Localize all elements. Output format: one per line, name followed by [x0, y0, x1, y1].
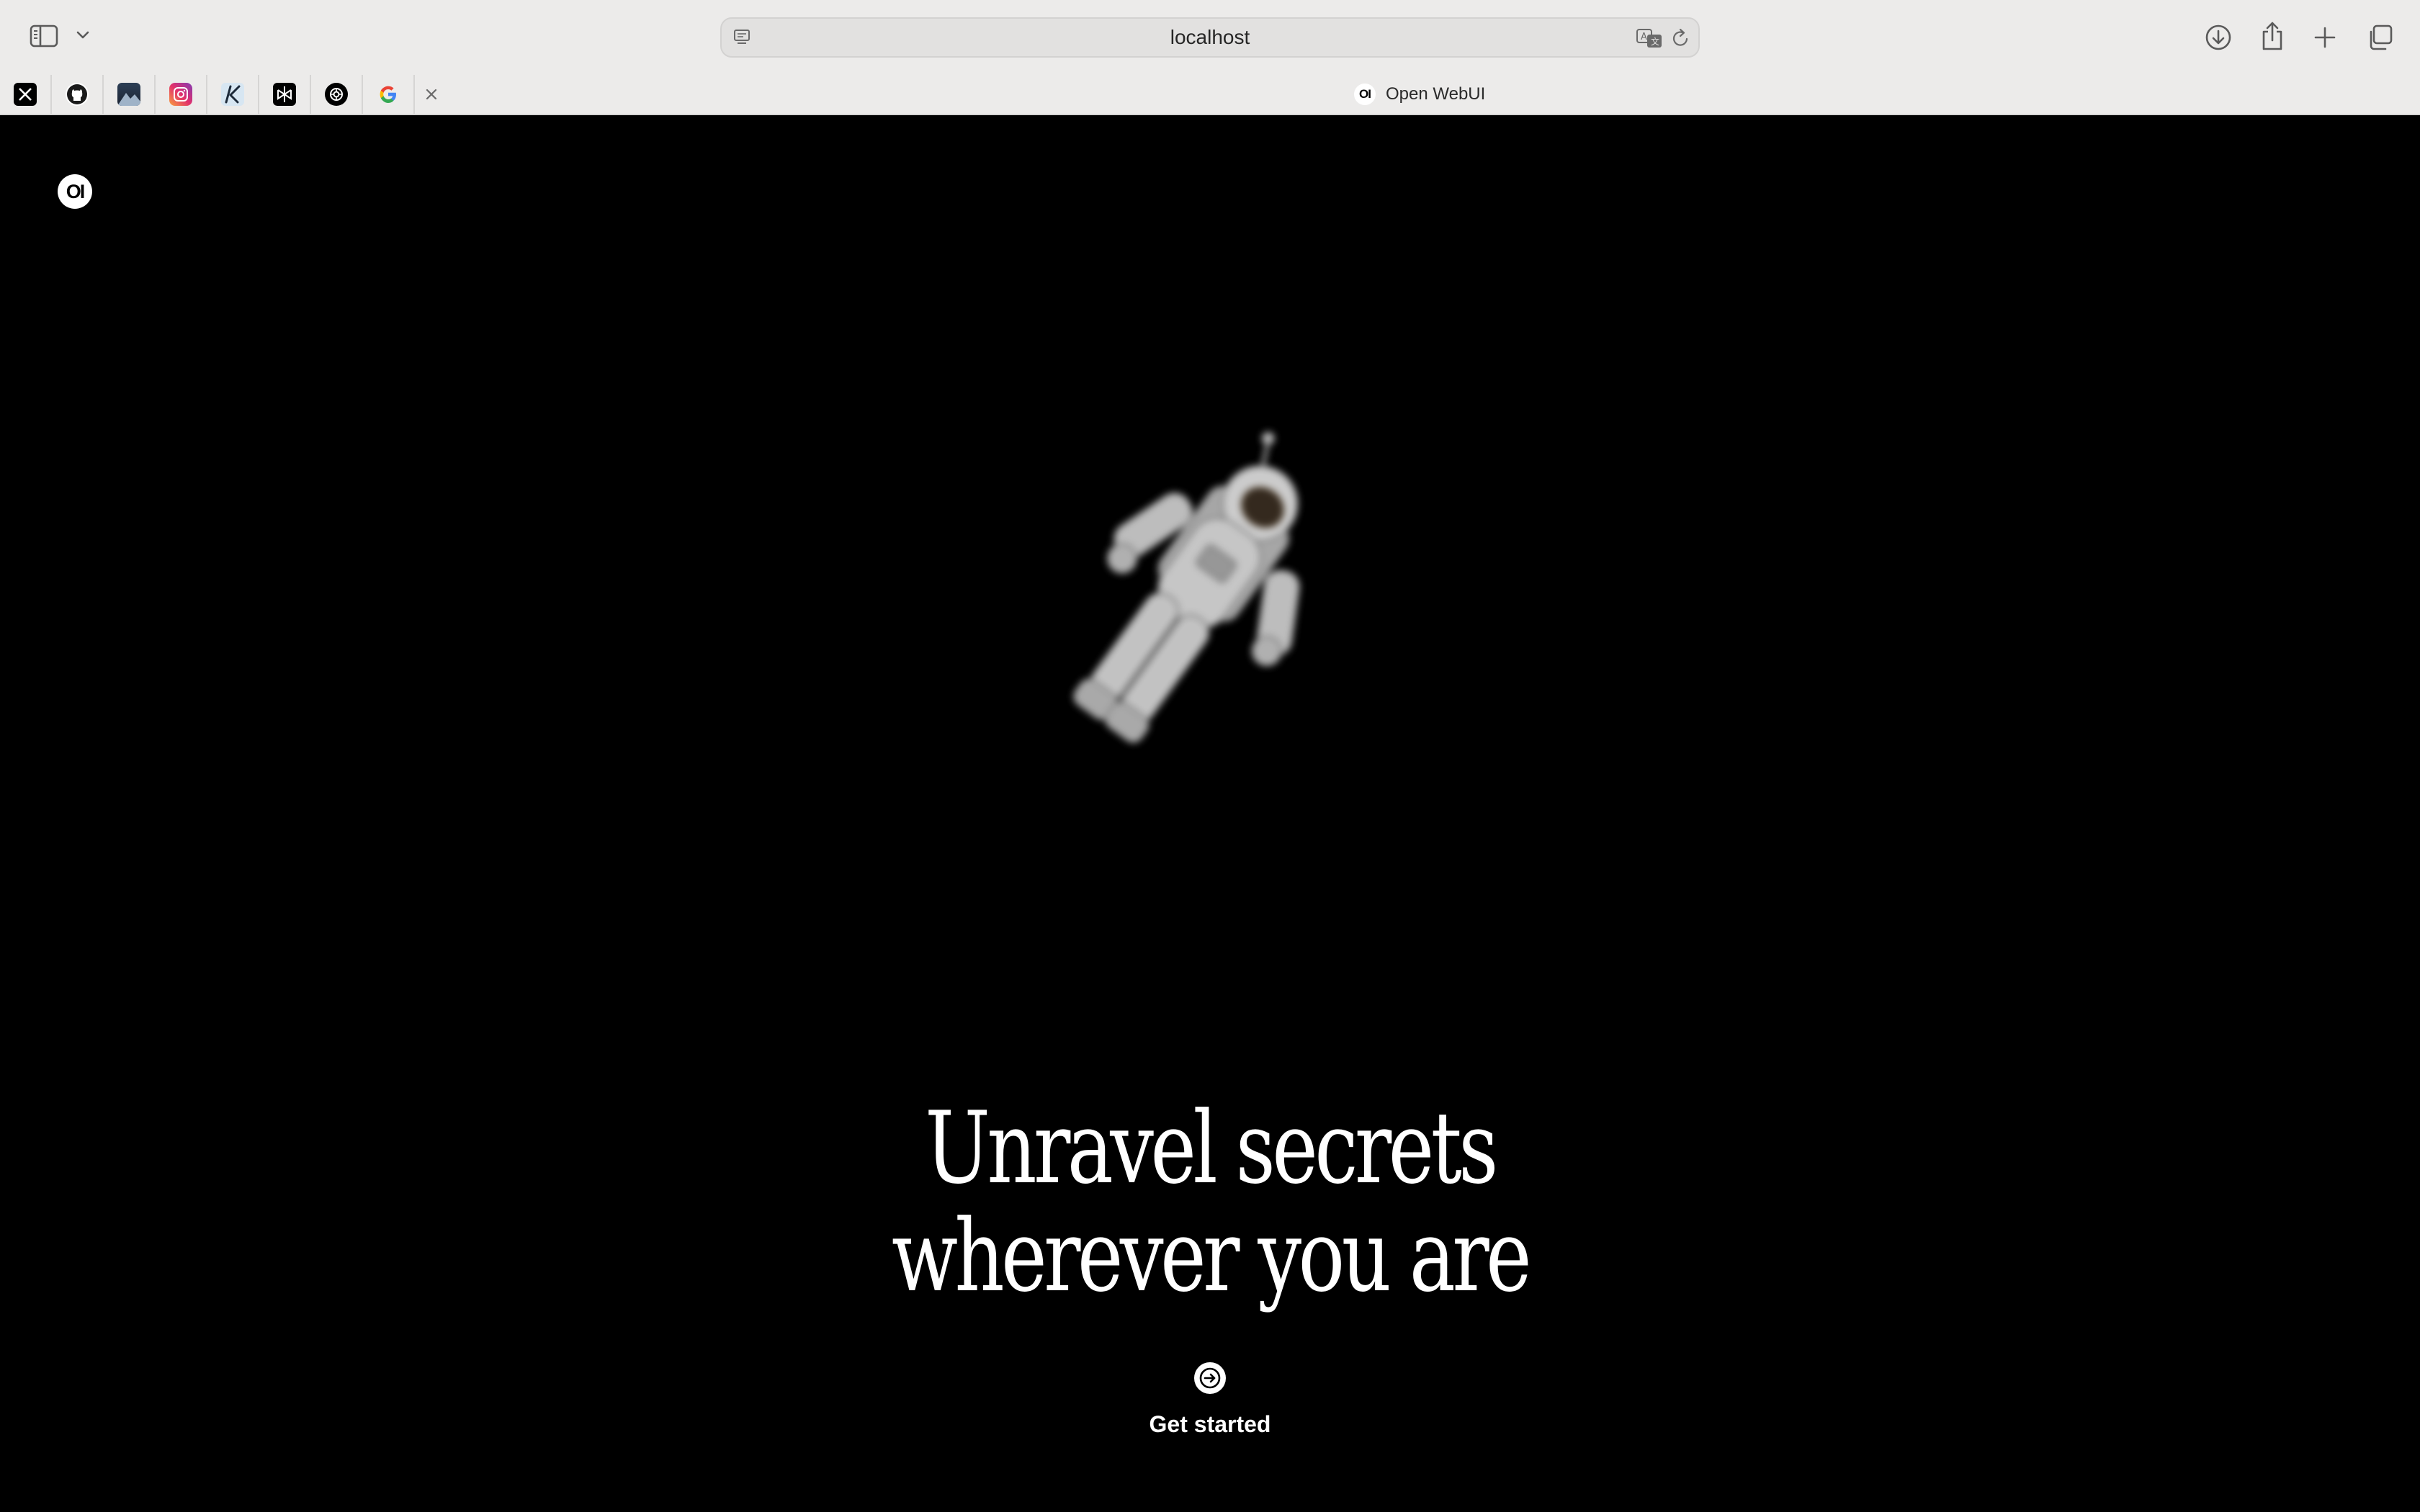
- landscape-photo-icon: [117, 83, 140, 106]
- openai-icon: [325, 83, 348, 106]
- plus-icon: [2314, 27, 2336, 48]
- astronaut-illustration: [1072, 431, 1301, 744]
- download-icon: [2205, 24, 2231, 50]
- open-webui-logo: OI: [58, 174, 92, 209]
- pinned-tab-k[interactable]: [207, 75, 259, 114]
- hero-headline-line-2: wherever you are: [891, 1198, 1532, 1314]
- downloads-button[interactable]: [2201, 20, 2236, 55]
- hero-headline-line-1: Unravel secrets: [925, 1090, 1498, 1206]
- google-icon: [377, 83, 400, 106]
- arrow-right-circle-icon[interactable]: [1194, 1362, 1226, 1394]
- new-tab-button[interactable]: [2308, 20, 2342, 55]
- close-tab-button[interactable]: [418, 81, 445, 108]
- address-url-text[interactable]: localhost: [722, 19, 1698, 56]
- svg-text:A: A: [1641, 32, 1647, 42]
- pinned-tab-perplexity[interactable]: [259, 75, 311, 114]
- address-bar[interactable]: localhost A 文: [720, 17, 1700, 58]
- chevron-down-icon: [76, 31, 89, 39]
- svg-text:文: 文: [1651, 36, 1659, 47]
- pinned-tab-openai[interactable]: [311, 75, 363, 114]
- open-webui-favicon: OI: [1354, 84, 1376, 105]
- get-started-label[interactable]: Get started: [1150, 1411, 1271, 1438]
- pinned-tab-landscape[interactable]: [104, 75, 156, 114]
- hero-headline: Unravel secrets wherever you are: [266, 1094, 2154, 1310]
- share-icon: [2262, 22, 2282, 50]
- sidebar-toggle-button[interactable]: [26, 20, 62, 52]
- pinned-tab-x[interactable]: [0, 75, 52, 114]
- instagram-icon: [169, 83, 192, 106]
- k-logo-icon: [221, 83, 244, 106]
- tab-bar: OI Open WebUI: [0, 75, 2420, 115]
- browser-toolbar: localhost A 文: [0, 0, 2420, 75]
- active-tab[interactable]: OI Open WebUI: [1354, 75, 1485, 114]
- page-content: OI Unravel secrets wherever you are Get …: [0, 115, 2420, 1512]
- tab-groups-chevron-button[interactable]: [72, 24, 94, 46]
- github-icon: [66, 83, 89, 106]
- active-tab-title: Open WebUI: [1386, 84, 1486, 104]
- tab-overview-button[interactable]: [2362, 20, 2397, 55]
- share-button[interactable]: [2256, 17, 2289, 55]
- reload-icon[interactable]: [1670, 26, 1693, 50]
- sidebar-icon: [30, 24, 58, 48]
- close-icon: [426, 89, 437, 100]
- perplexity-icon: [273, 83, 296, 106]
- pinned-tab-instagram[interactable]: [156, 75, 207, 114]
- tab-overview-icon: [2370, 24, 2393, 50]
- pinned-tab-github[interactable]: [52, 75, 104, 114]
- x-twitter-icon: [14, 83, 37, 106]
- get-started-button[interactable]: Get started: [1124, 1362, 1296, 1463]
- pinned-tab-google[interactable]: [363, 75, 415, 114]
- translate-icon[interactable]: A 文: [1635, 26, 1664, 50]
